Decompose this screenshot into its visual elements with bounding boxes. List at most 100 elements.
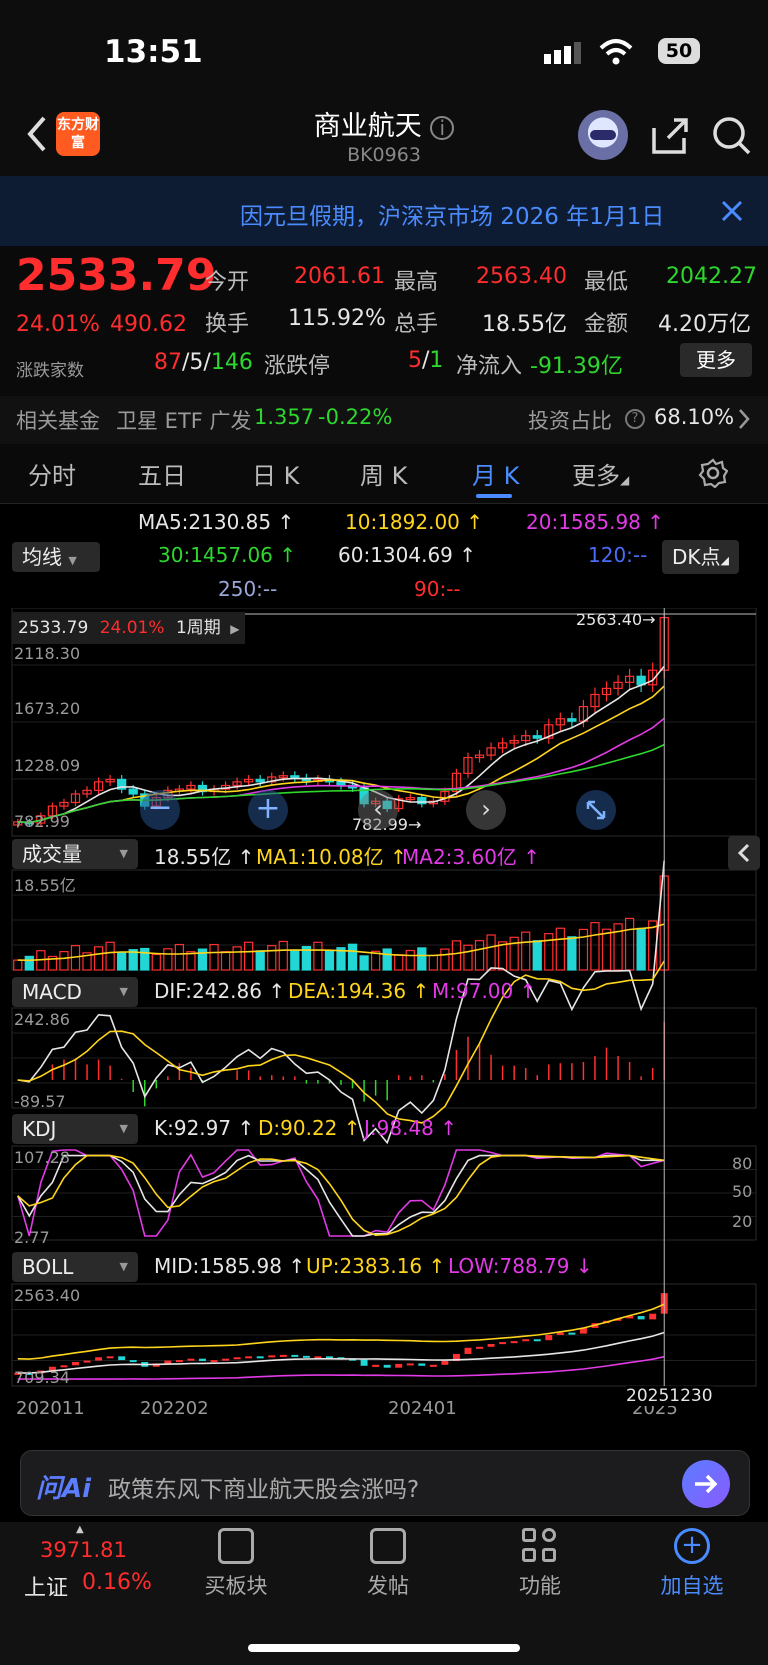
boll-candle: [95, 1357, 103, 1361]
help-icon[interactable]: ?: [625, 409, 645, 429]
scroll-right-icon[interactable]: ›: [466, 790, 506, 830]
kdj-d-line: [17, 1154, 665, 1237]
volume-bar: [347, 943, 358, 971]
kdj-selector[interactable]: KDJ ▼: [12, 1114, 138, 1144]
turnover-label: 换手: [205, 312, 250, 337]
ma90-value: 90:--: [414, 577, 461, 601]
volume-bar: [313, 941, 323, 971]
boll-candle: [522, 1339, 530, 1342]
volume-bar: [105, 941, 115, 971]
low-label: 最低: [584, 270, 629, 295]
sector-icon: [218, 1528, 254, 1564]
boll-candle: [406, 1363, 414, 1366]
abs-change: 490.62: [110, 312, 187, 337]
search-icon[interactable]: [712, 116, 752, 160]
ma30-value: 30:1457.06 ↑: [158, 543, 297, 567]
volume-selector[interactable]: 成交量 ▼: [12, 839, 138, 869]
volume-ma2: MA2:3.60亿 ↑: [402, 845, 541, 869]
more-button[interactable]: 更多: [680, 343, 752, 377]
index-name[interactable]: 上证: [24, 1570, 68, 1602]
volume-bar: [463, 944, 473, 971]
close-icon[interactable]: [720, 199, 744, 227]
boll-candle: [533, 1339, 541, 1342]
boll-mid-line: [17, 1331, 665, 1374]
tab-five-day[interactable]: 五日: [138, 456, 186, 491]
boll-selector[interactable]: BOLL ▼: [12, 1252, 138, 1282]
ma-selector[interactable]: 均线 ▼: [12, 542, 100, 572]
tab-daily[interactable]: 日 K: [252, 456, 299, 491]
volume-value: 18.55亿: [482, 312, 567, 337]
volume-bar: [497, 941, 508, 971]
boll-candle: [556, 1332, 564, 1335]
nav-functions[interactable]: 功能: [490, 1528, 590, 1600]
volume-bar: [521, 931, 531, 971]
kline-chart[interactable]: [0, 608, 768, 1438]
volume-bar: [532, 940, 542, 971]
nav-buy-sector[interactable]: 买板块: [186, 1528, 286, 1600]
volume-bar: [59, 951, 69, 971]
volume-ma1: MA1:10.08亿 ↑: [256, 845, 407, 869]
arrow-right-icon[interactable]: [682, 1460, 730, 1508]
expand-icon[interactable]: [576, 790, 616, 830]
zoom-in-icon[interactable]: +: [248, 790, 288, 830]
tab-intraday[interactable]: 分时: [28, 456, 76, 491]
candle-body: [255, 778, 265, 783]
volume-bar: [359, 955, 369, 971]
nav-add-watchlist[interactable]: + 加自选: [642, 1528, 742, 1600]
netflow-label: 净流入: [456, 354, 523, 379]
volume-label: 总手: [394, 312, 439, 337]
volume-bar: [13, 959, 23, 971]
signal-icon: [544, 42, 584, 68]
volume-bar: [232, 946, 242, 971]
volume-bar: [174, 943, 185, 971]
gear-icon[interactable]: [698, 458, 729, 492]
last-price: 2533.79: [16, 250, 217, 301]
volume-bar: [278, 940, 288, 971]
tab-weekly[interactable]: 周 K: [360, 456, 407, 491]
volume-axis-label: 18.55亿: [14, 876, 76, 895]
tab-monthly[interactable]: 月 K: [472, 456, 519, 491]
breadth-label: 涨跌家数: [16, 361, 84, 381]
candle-body: [128, 788, 138, 795]
edit-icon: [370, 1528, 406, 1564]
volume-bar: [636, 927, 646, 971]
kdj-k-line: [17, 1154, 665, 1237]
kdj-level-20: 20: [732, 1212, 753, 1231]
index-pct[interactable]: 0.16%: [82, 1570, 152, 1595]
boll-candle: [487, 1344, 495, 1347]
limit-label: 涨跌停: [264, 354, 331, 379]
turnover-value: 115.92%: [288, 306, 386, 331]
robot-avatar-icon[interactable]: [578, 110, 628, 160]
zoom-out-icon[interactable]: −: [140, 790, 180, 830]
macd-ymax: 242.86: [14, 1010, 70, 1029]
dk-point-button[interactable]: DK点◢: [662, 540, 739, 574]
volume-bar: [117, 951, 127, 971]
collapse-panel-icon[interactable]: [728, 836, 760, 870]
boll-candle: [245, 1356, 253, 1359]
kdj-d: D:90.22 ↑: [258, 1116, 361, 1140]
kdj-ymin: 2.77: [14, 1228, 50, 1247]
cursor-date: 20251230: [626, 1386, 713, 1406]
volume-bar: [382, 948, 392, 971]
y-label-4: 782.99: [14, 812, 70, 831]
share-icon[interactable]: [650, 116, 690, 160]
y-label-1: 2118.30: [14, 644, 81, 663]
macd-dea: DEA:194.36 ↑: [288, 979, 430, 1003]
ma250-value: 250:--: [218, 577, 278, 601]
nav-post[interactable]: 发帖: [338, 1528, 438, 1600]
x-label-1: 202011: [16, 1398, 85, 1419]
open-label: 今开: [205, 270, 250, 295]
volume-bar: [151, 953, 161, 971]
boll-candle: [649, 1313, 657, 1320]
ma120-value: 120:--: [588, 543, 648, 567]
tab-more[interactable]: 更多◢: [572, 456, 629, 491]
index-value[interactable]: 3971.81: [40, 1538, 127, 1562]
macd-selector[interactable]: MACD ▼: [12, 977, 138, 1007]
low-value: 2042.27: [666, 264, 757, 289]
ma5-value: MA5:2130.85 ↑: [138, 510, 295, 534]
boll-candle: [510, 1341, 518, 1344]
scroll-left-icon[interactable]: ‹: [358, 790, 398, 830]
volume-bar: [624, 917, 635, 971]
boll-up: UP:2383.16 ↑: [306, 1254, 446, 1278]
chevron-right-icon[interactable]: [738, 408, 750, 434]
